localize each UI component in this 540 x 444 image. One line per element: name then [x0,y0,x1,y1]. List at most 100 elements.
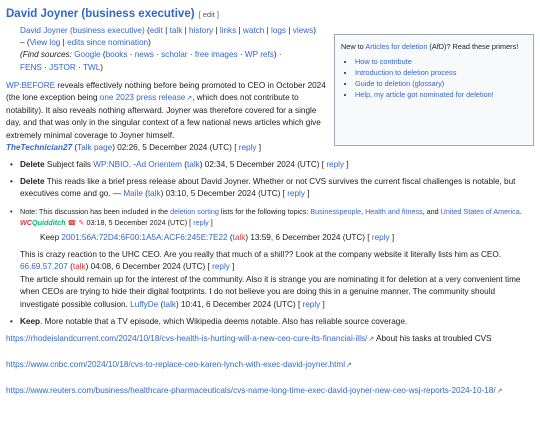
primer-text: New to [341,42,366,51]
user-link[interactable]: Ad Orientem [136,160,182,169]
fens-link[interactable]: FENS [20,63,42,72]
reference-2: https://www.cnbc.com/2024/10/18/cvs-to-r… [6,359,536,372]
reply-button[interactable]: reply [212,262,230,271]
primer-list: How to contribute Introduction to deleti… [341,56,527,100]
scholar-link[interactable]: scholar [161,50,187,59]
reply-button[interactable]: reply [303,300,321,309]
article-link[interactable]: David Joyner (business executive) [20,26,145,35]
businesspeople-link[interactable]: Businesspeople [310,207,361,216]
reply-button[interactable]: reply [326,160,344,169]
talk-link[interactable]: talk [170,26,183,35]
help-nominated-link[interactable]: Help, my article got nominated for delet… [355,90,494,99]
wpnbio-link[interactable]: WP:NBIO [93,160,128,169]
user-signature[interactable]: WC [20,218,32,227]
primer-text: (AfD)? Read these primers! [427,42,519,51]
user-talk-link[interactable]: talk [233,233,246,242]
section-heading: David Joyner (business executive) [ edit … [6,6,536,23]
primer-item: How to contribute [355,56,527,67]
usa-link[interactable]: United States of America [441,207,520,216]
comment-text: Keep [40,232,62,242]
comment-ip-reply: This is crazy reaction to the UHC CEO. A… [20,249,501,272]
primer-item: Introduction to deletion process [355,67,527,78]
reply-button[interactable]: reply [287,189,305,198]
free-images-link[interactable]: free images [195,50,238,59]
user-link[interactable]: Maile [123,189,143,198]
user-link[interactable]: LuffyDe [130,300,158,309]
comment-delete-1: Delete Subject fails WP:NBIO. -Ad Orient… [6,159,536,171]
timestamp: 04:08, 6 December 2024 (UTC) [90,262,206,272]
watch-link[interactable]: watch [243,26,264,35]
comment-keep-ip: Keep 2001:56A:72D4:6F00:1A5A:ACF6:245E:7… [40,232,395,242]
phone-pencil-icon[interactable]: ☎ ✎ [68,218,85,227]
comment-keep-2: Keep. More notable that a TV episode, wh… [6,316,536,328]
reference-3: https://www.reuters.com/business/healthc… [6,385,536,398]
edits-since-link[interactable]: edits since nomination [67,38,148,47]
comment-text: Subject fails [44,160,94,170]
find-sources-label: Find sources: [22,50,72,60]
nomination-statement: WP:BEFORE reveals effectively nothing be… [6,80,332,142]
comment-delete-2: Delete This reads like a brief press rel… [6,176,536,200]
books-link[interactable]: books [106,50,128,59]
timestamp: 03:18, 5 December 2024 (UTC) [84,217,188,227]
vote-label: Keep [20,316,41,326]
comment-text: . - [128,160,137,170]
primer-item: Guide to deletion (glossary) [355,78,527,89]
jstor-link[interactable]: JSTOR [49,63,76,72]
news-link[interactable]: news [135,50,154,59]
user-signature-part[interactable]: Quidditch [32,218,66,227]
google-link[interactable]: Google [74,50,100,59]
timestamp: 02:34, 5 December 2024 (UTC) [204,160,320,170]
reference-link[interactable]: https://www.cnbc.com/2024/10/18/cvs-to-r… [6,360,352,369]
views-link[interactable]: views [293,26,313,35]
links-link[interactable]: links [220,26,236,35]
user-talk-link[interactable]: talk [73,262,86,271]
wp-refs-link[interactable]: WP refs [245,50,274,59]
page-title[interactable]: David Joyner (business executive) [6,8,195,20]
history-link[interactable]: history [189,26,213,35]
note-text: , and [422,206,441,216]
reference-1: https://rhodeislandcurrent.com/2024/10/1… [6,333,536,346]
health-fitness-link[interactable]: Health and fitness [365,207,423,216]
primer-item: Help, my article got nominated for delet… [355,89,527,100]
vote-label: Delete [20,177,45,187]
edit-link[interactable]: edit [150,26,163,35]
note-text: lists for the following topics: [218,206,311,216]
wpbefore-link[interactable]: WP:BEFORE [6,81,55,90]
timestamp: 13:59, 6 December 2024 (UTC) [250,232,366,242]
view-log-link[interactable]: View log [30,38,61,47]
section-edit-link[interactable]: [ edit ] [199,10,219,19]
note-text: . [519,206,522,216]
how-to-contribute-link[interactable]: How to contribute [355,57,412,66]
article-links: David Joyner (business executive) (edit … [20,26,316,72]
ip-user-link[interactable]: 2001:56A:72D4:6F00:1A5A:ACF6:245E:7E22 [61,233,227,242]
deletion-sorting-note: Note: This discussion has been included … [6,206,536,228]
reply-button[interactable]: reply [372,233,390,242]
reply-button[interactable]: reply [239,143,257,152]
guide-deletion-link[interactable]: Guide to deletion (glossary) [355,79,444,88]
deletion-sorting-link[interactable]: deletion sorting [170,207,219,216]
reference-link[interactable]: https://rhodeislandcurrent.com/2024/10/1… [6,334,374,343]
nominator-talk-link[interactable]: Talk page [77,143,112,152]
press-release-link[interactable]: one 2023 press release [100,93,192,102]
comment-text: . More notable that a TV episode, which … [40,316,408,326]
reply-button[interactable]: reply [193,218,209,227]
nominator-signature[interactable]: TheTechnician27 [6,143,72,152]
nomination-timestamp: 02:26, 5 December 2024 (UTC) [117,142,232,152]
timestamp: 03:10, 5 December 2024 (UTC) [165,189,281,199]
ip-user-link[interactable]: 66.69.57.207 [20,262,68,271]
reference-link[interactable]: https://www.reuters.com/business/healthc… [6,386,503,395]
reference-note: About his tasks at troubled CVS [374,334,492,344]
comment-text: This is crazy reaction to the UHC CEO. A… [20,249,501,259]
note-text: Note: This discussion has been included … [20,206,171,216]
afd-primer-box: New to Articles for deletion (AfD)? Read… [334,34,534,146]
comment-luffyde: The article should remain up for the int… [20,275,521,309]
twl-link[interactable]: TWL [83,63,100,72]
user-talk-link[interactable]: talk [148,189,161,198]
timestamp: 10:41, 6 December 2024 (UTC) [181,299,296,309]
afd-link[interactable]: Articles for deletion [365,42,427,51]
vote-label: Delete [20,160,45,170]
intro-deletion-link[interactable]: Introduction to deletion process [355,68,456,77]
user-talk-link[interactable]: talk [163,300,176,309]
user-talk-link[interactable]: talk [187,160,200,169]
logs-link[interactable]: logs [271,26,286,35]
